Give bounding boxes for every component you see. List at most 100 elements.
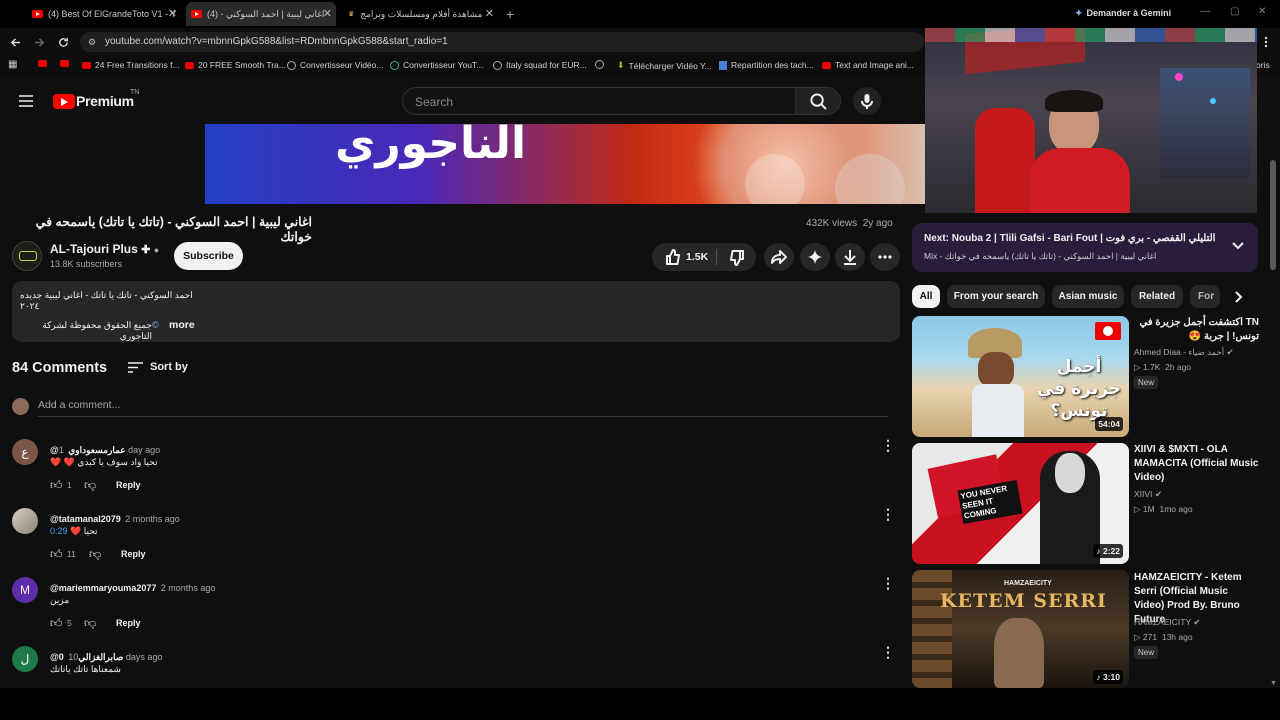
chip-asian-music[interactable]: Asian music <box>1052 285 1124 308</box>
flag-icon <box>1095 322 1121 340</box>
bookmark-item[interactable]: Italy squad for EUR... <box>493 60 587 70</box>
thumbs-up-icon <box>666 249 680 265</box>
hamburger-menu-icon[interactable] <box>19 95 33 107</box>
comment-author[interactable]: @صابرالغزالي0 <box>50 652 123 662</box>
ask-ai-button[interactable] <box>800 243 830 271</box>
video-player-banner[interactable]: الناجوري <box>205 124 925 204</box>
comment-time[interactable]: 2 months ago <box>125 514 180 524</box>
tab-label: مشاهدة أفلام ومسلسلات وبرامج <box>360 8 483 19</box>
bookmark-youtube[interactable] <box>38 60 47 67</box>
bookmark-item[interactable]: 20 FREE Smooth Tra... <box>185 60 286 70</box>
comment-menu-icon[interactable]: ⋮ <box>881 437 895 454</box>
comment-avatar[interactable]: M <box>12 577 38 603</box>
window-close-icon[interactable]: ✕ <box>1258 6 1266 17</box>
chip-all[interactable]: All <box>912 285 940 308</box>
comment-time[interactable]: 2 months ago <box>161 583 216 593</box>
voice-search-button[interactable] <box>853 87 881 115</box>
chip-from-your-search[interactable]: From your search <box>947 285 1045 308</box>
bookmark-item[interactable] <box>595 60 604 69</box>
reply-button[interactable]: Reply <box>121 549 146 559</box>
premium-logo-text[interactable]: Premium <box>76 93 134 109</box>
scroll-down-icon[interactable]: ▼ <box>1270 680 1277 687</box>
video-channel-row[interactable]: Ahmed Diaa - أحمد ضياء ✔ <box>1134 347 1234 358</box>
thumbs-down-icon[interactable]: 👎︎ <box>84 478 96 493</box>
reply-button[interactable]: Reply <box>116 480 141 490</box>
video-title[interactable]: XIIVI & $MXTI - OLA MAMACITA (Official M… <box>1134 443 1259 485</box>
video-thumbnail[interactable]: YOU NEVER SEEN IT COMING ♪ 2:22 <box>912 443 1129 564</box>
search-button[interactable] <box>795 87 841 115</box>
bookmark-item[interactable]: 24 Free Transitions f... <box>82 60 180 70</box>
reply-button[interactable]: Reply <box>116 618 141 628</box>
youtube-icon <box>60 60 69 67</box>
back-icon[interactable] <box>10 37 21 48</box>
forward-icon[interactable] <box>34 37 45 48</box>
comment-menu-icon[interactable]: ⋮ <box>881 575 895 592</box>
sort-by-button[interactable]: Sort by <box>128 361 188 373</box>
thumbs-down-icon[interactable]: 👎︎ <box>84 616 96 631</box>
bookmark-item[interactable]: Convertisseur Vidéo... <box>287 60 383 70</box>
video-thumbnail[interactable]: HAMZAEICITY KETEM SERRI ♪ 3:10 <box>912 570 1129 688</box>
video-thumbnail[interactable]: أجمل جزيرة في تونس؟ 54:04 <box>912 316 1129 437</box>
bookmark-item[interactable]: Text and Image ani... <box>822 60 914 70</box>
gemini-button[interactable]: ✦ Demander à Gemini <box>1075 8 1171 19</box>
converter-icon <box>390 60 399 70</box>
close-icon[interactable]: ✕ <box>485 7 494 20</box>
bookmark-item[interactable]: ⬇ Télécharger Vidéo Y... <box>617 60 712 71</box>
channel-name-row[interactable]: AL-Tajouri Plus ✚ ● <box>50 242 159 256</box>
comment-author[interactable]: @tatamanal2079 <box>50 514 121 524</box>
video-title[interactable]: TN اكتشفت أجمل جزيرة في تونس! | جربة 😍 <box>1134 316 1259 344</box>
thumbs-up-icon[interactable]: 👍︎ <box>50 616 63 631</box>
download-button[interactable] <box>835 243 865 271</box>
new-tab-icon[interactable]: + <box>506 6 514 22</box>
minimize-icon[interactable]: — <box>1200 6 1210 17</box>
comment-avatar[interactable]: ع <box>12 439 38 465</box>
bookmark-label: Repartition des tach... <box>731 60 814 70</box>
more-actions-button[interactable] <box>870 243 900 271</box>
youtube-logo-icon[interactable] <box>53 94 75 109</box>
thumbs-up-icon[interactable]: 👍︎ <box>50 478 63 493</box>
page-scrollbar[interactable] <box>1270 160 1276 270</box>
channel-avatar[interactable] <box>12 241 42 271</box>
reload-icon[interactable] <box>58 37 69 48</box>
youtube-icon <box>32 10 43 18</box>
apps-icon[interactable]: ▦ <box>8 59 17 70</box>
description-more-button[interactable]: more <box>169 319 195 331</box>
site-info-icon[interactable]: ⚙ <box>88 32 96 52</box>
chips-next-button[interactable] <box>1226 285 1254 308</box>
add-comment-input[interactable]: Add a comment... <box>38 399 120 411</box>
close-icon[interactable]: ✕ <box>168 7 177 20</box>
chip-for-you[interactable]: For y <box>1190 285 1220 308</box>
browser-tab[interactable]: ♛ مشاهدة أفلام ومسلسلات وبرامج ✕ <box>348 2 494 26</box>
comment-menu-icon[interactable]: ⋮ <box>881 644 895 661</box>
bookmark-item[interactable]: Repartition des tach... <box>719 60 814 70</box>
video-views: 271 <box>1142 632 1158 642</box>
browser-tab[interactable]: (4) Best Of ElGrandeToto V1 - Y ✕ <box>32 2 177 26</box>
thumbs-down-icon[interactable]: 👎︎ <box>89 547 101 562</box>
youtube-icon <box>38 60 47 67</box>
thumbs-up-icon[interactable]: 👍︎ <box>50 547 63 562</box>
comment-menu-icon[interactable]: ⋮ <box>881 506 895 523</box>
playlist-next-box[interactable] <box>912 223 1258 272</box>
close-icon[interactable]: ✕ <box>323 7 332 20</box>
bookmark-youtube[interactable] <box>60 60 69 67</box>
comment-avatar[interactable] <box>12 508 38 534</box>
menu-icon[interactable] <box>1261 36 1271 48</box>
video-views: 1M <box>1142 504 1155 514</box>
timestamp-link[interactable]: 0:29 <box>50 526 68 536</box>
video-channel-row[interactable]: XIIVI ✔ <box>1134 489 1162 500</box>
thumbnail-subtext: HAMZAEICITY <box>1004 580 1052 587</box>
subscribe-button[interactable]: Subscribe <box>174 242 243 270</box>
browser-tab-active[interactable]: اغاني ليبية | احمد السوكني - (4) ✕ <box>186 2 336 26</box>
chevron-down-icon[interactable] <box>1232 242 1244 250</box>
video-channel-row[interactable]: HAMZAEICITY ✔ <box>1134 617 1201 628</box>
chip-related[interactable]: Related <box>1131 285 1183 308</box>
bookmark-item[interactable]: oris <box>1256 60 1270 70</box>
bookmark-item[interactable]: Convertisseur YouT... <box>390 60 483 70</box>
comment-author[interactable]: @mariemmaryouma2077 <box>50 583 156 593</box>
comment-avatar[interactable]: ل <box>12 646 38 672</box>
search-input[interactable]: Search <box>402 87 796 115</box>
address-bar[interactable]: ⚙ youtube.com/watch?v=mbnnGpkG588&list=R… <box>80 32 924 52</box>
maximize-icon[interactable]: ▢ <box>1230 6 1239 17</box>
dislike-button[interactable] <box>718 243 756 271</box>
share-button[interactable] <box>764 243 794 271</box>
